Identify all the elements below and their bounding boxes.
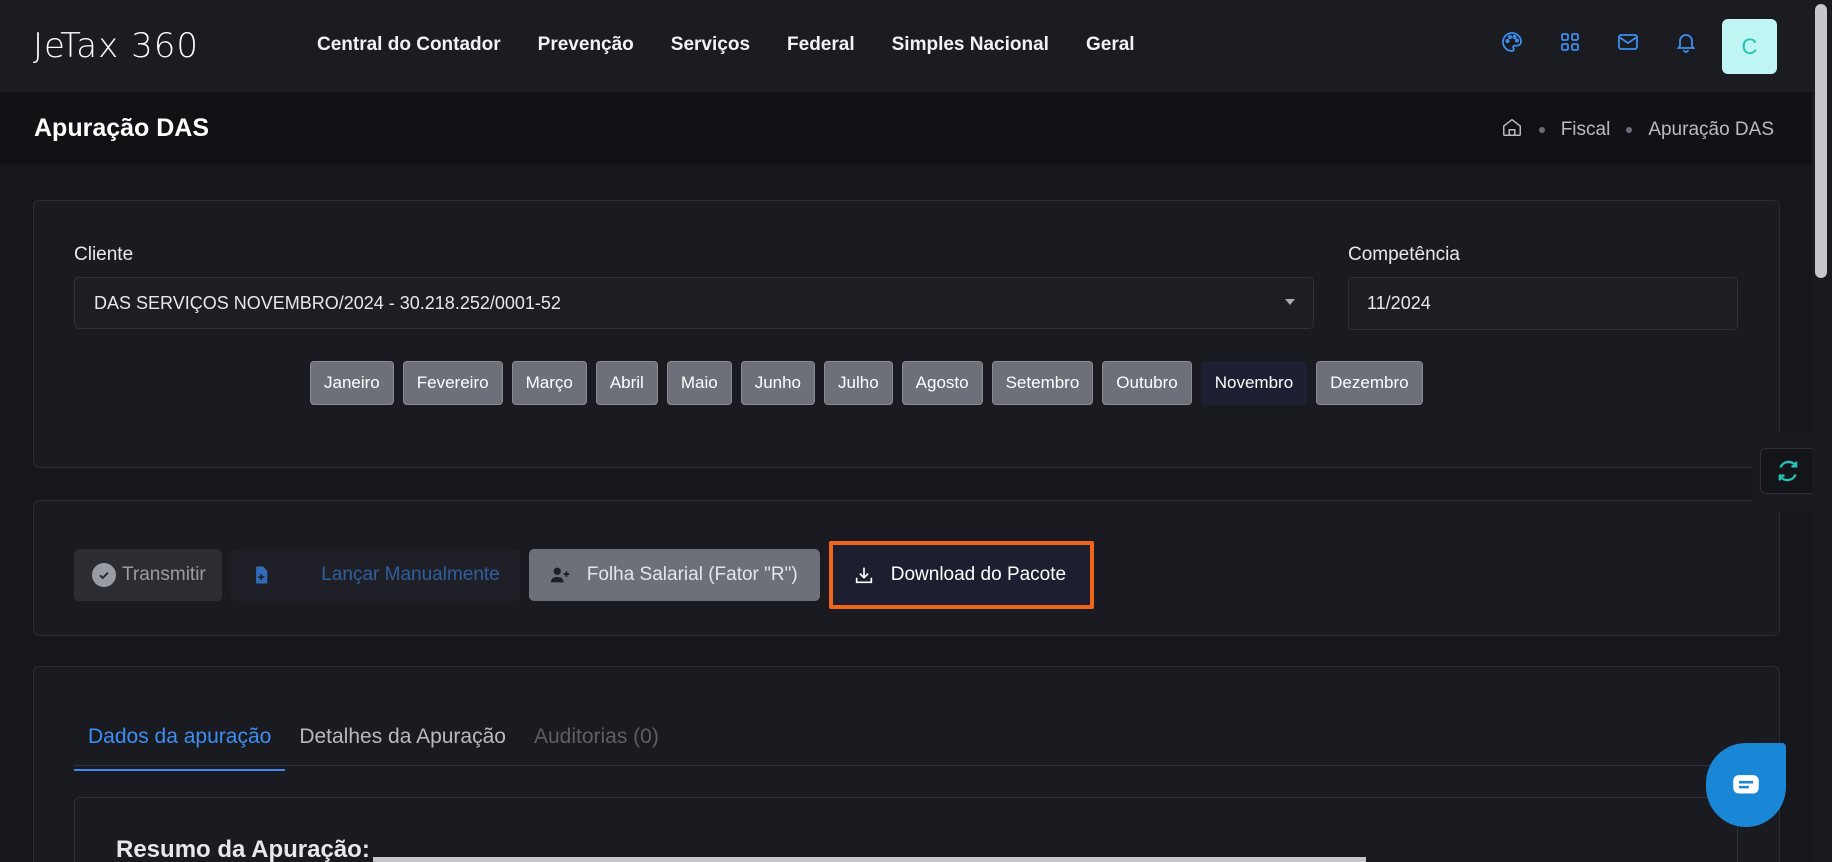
breadcrumb-separator: [1538, 127, 1545, 133]
month-novembro[interactable]: Novembro: [1200, 361, 1308, 405]
caret-down-icon: [1285, 299, 1295, 305]
actions-bar: Transmitir Lançar Manualmente Folha Sala…: [74, 541, 1103, 609]
month-outubro[interactable]: Outubro: [1102, 361, 1192, 405]
month-buttons: Janeiro Fevereiro Março Abril Maio Junho…: [310, 361, 1432, 405]
download-package-button[interactable]: Download do Pacote: [828, 541, 1095, 609]
user-avatar[interactable]: C: [1722, 19, 1777, 74]
side-panel-toggle: [1752, 432, 1816, 512]
competencia-label: Competência: [1348, 244, 1460, 265]
nav-servicos[interactable]: Serviços: [671, 34, 750, 56]
launch-manual-label: Lançar Manualmente: [321, 564, 500, 585]
nav-geral[interactable]: Geral: [1086, 34, 1135, 56]
transmit-label: Transmitir: [122, 564, 206, 585]
nav-simples-nacional[interactable]: Simples Nacional: [892, 34, 1049, 56]
folha-salarial-button[interactable]: Folha Salarial (Fator "R"): [528, 549, 820, 601]
breadcrumb: Fiscal Apuração DAS: [1501, 116, 1774, 144]
transmit-button[interactable]: Transmitir: [74, 549, 222, 601]
tab-detalhes-da-apuracao[interactable]: Detalhes da Apuração: [285, 707, 520, 771]
breadcrumb-fiscal[interactable]: Fiscal: [1561, 119, 1611, 141]
grid-icon[interactable]: [1558, 30, 1582, 54]
check-circle-icon: [92, 563, 116, 587]
nav-central-do-contador[interactable]: Central do Contador: [317, 34, 501, 56]
month-fevereiro[interactable]: Fevereiro: [402, 361, 503, 405]
month-maio[interactable]: Maio: [666, 361, 732, 405]
month-julho[interactable]: Julho: [824, 361, 893, 405]
month-marco[interactable]: Março: [511, 361, 587, 405]
tabs: Dados da apuração Detalhes da Apuração A…: [74, 707, 673, 771]
refresh-button[interactable]: [1760, 448, 1816, 494]
palette-icon[interactable]: [1500, 30, 1524, 54]
competencia-input[interactable]: 11/2024: [1348, 277, 1738, 330]
top-navbar: JeTax 360 Central do Contador Prevenção …: [0, 0, 1812, 92]
chat-widget-button[interactable]: [1706, 743, 1786, 827]
user-plus-icon: [550, 567, 569, 583]
home-icon[interactable]: [1501, 116, 1523, 144]
month-junho[interactable]: Junho: [740, 361, 816, 405]
cliente-select-value: DAS SERVIÇOS NOVEMBRO/2024 - 30.218.252/…: [94, 293, 561, 313]
refresh-icon: [1778, 460, 1798, 482]
month-agosto[interactable]: Agosto: [901, 361, 983, 405]
horizontal-scrollbar[interactable]: [373, 857, 1366, 862]
mail-icon[interactable]: [1616, 30, 1640, 54]
month-dezembro[interactable]: Dezembro: [1316, 361, 1423, 405]
main-nav: Central do Contador Prevenção Serviços F…: [317, 34, 1172, 56]
summary-title: Resumo da Apuração:: [116, 836, 370, 862]
tab-dados-da-apuracao[interactable]: Dados da apuração: [74, 707, 286, 771]
month-janeiro[interactable]: Janeiro: [310, 361, 394, 405]
nav-prevencao[interactable]: Prevenção: [538, 34, 634, 56]
tab-auditorias[interactable]: Auditorias (0): [520, 707, 673, 771]
bell-icon[interactable]: [1674, 30, 1698, 54]
page-title: Apuração DAS: [34, 114, 210, 142]
chat-icon: [1733, 775, 1759, 794]
top-icons: [1500, 30, 1698, 54]
breadcrumb-separator: [1626, 127, 1633, 133]
cliente-label: Cliente: [74, 244, 134, 265]
scrollbar-thumb[interactable]: [1815, 4, 1827, 278]
file-plus-icon: [255, 566, 267, 584]
nav-federal[interactable]: Federal: [787, 34, 855, 56]
download-icon: [855, 567, 872, 584]
tabs-divider: [74, 765, 1738, 766]
filters-card: [33, 200, 1780, 468]
folha-salarial-label: Folha Salarial (Fator "R"): [586, 564, 798, 585]
month-abril[interactable]: Abril: [595, 361, 658, 405]
competencia-input-value: 11/2024: [1367, 293, 1431, 313]
app-logo[interactable]: JeTax 360: [33, 26, 199, 66]
breadcrumb-apuracao-das: Apuração DAS: [1648, 119, 1774, 140]
download-package-label: Download do Pacote: [890, 564, 1067, 585]
month-setembro[interactable]: Setembro: [991, 361, 1094, 405]
launch-manual-button[interactable]: Lançar Manualmente: [230, 549, 520, 601]
cliente-select[interactable]: DAS SERVIÇOS NOVEMBRO/2024 - 30.218.252/…: [74, 277, 1314, 329]
